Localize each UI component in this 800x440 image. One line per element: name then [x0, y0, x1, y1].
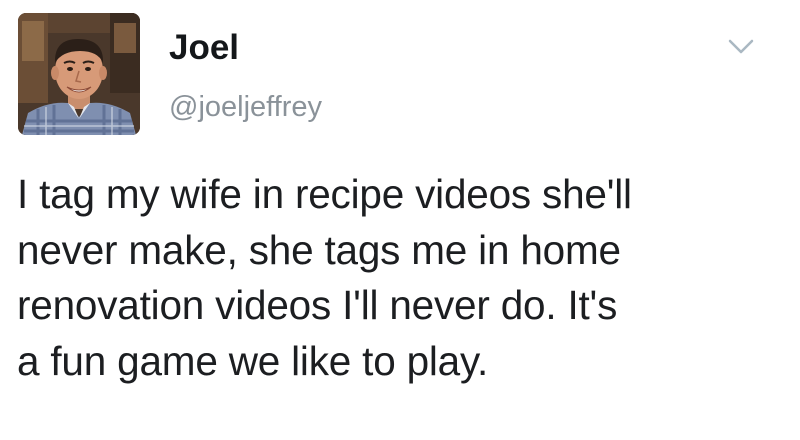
tweet-text: I tag my wife in recipe videos she'll ne…: [17, 171, 632, 384]
chevron-down-icon[interactable]: [728, 37, 754, 57]
display-name[interactable]: Joel: [169, 30, 239, 65]
username[interactable]: @joeljeffrey: [169, 93, 322, 122]
profile-photo-icon: [18, 13, 140, 135]
avatar[interactable]: [18, 13, 140, 135]
tweet-card: Joel @joeljeffrey I tag my wife in recip…: [0, 0, 800, 440]
